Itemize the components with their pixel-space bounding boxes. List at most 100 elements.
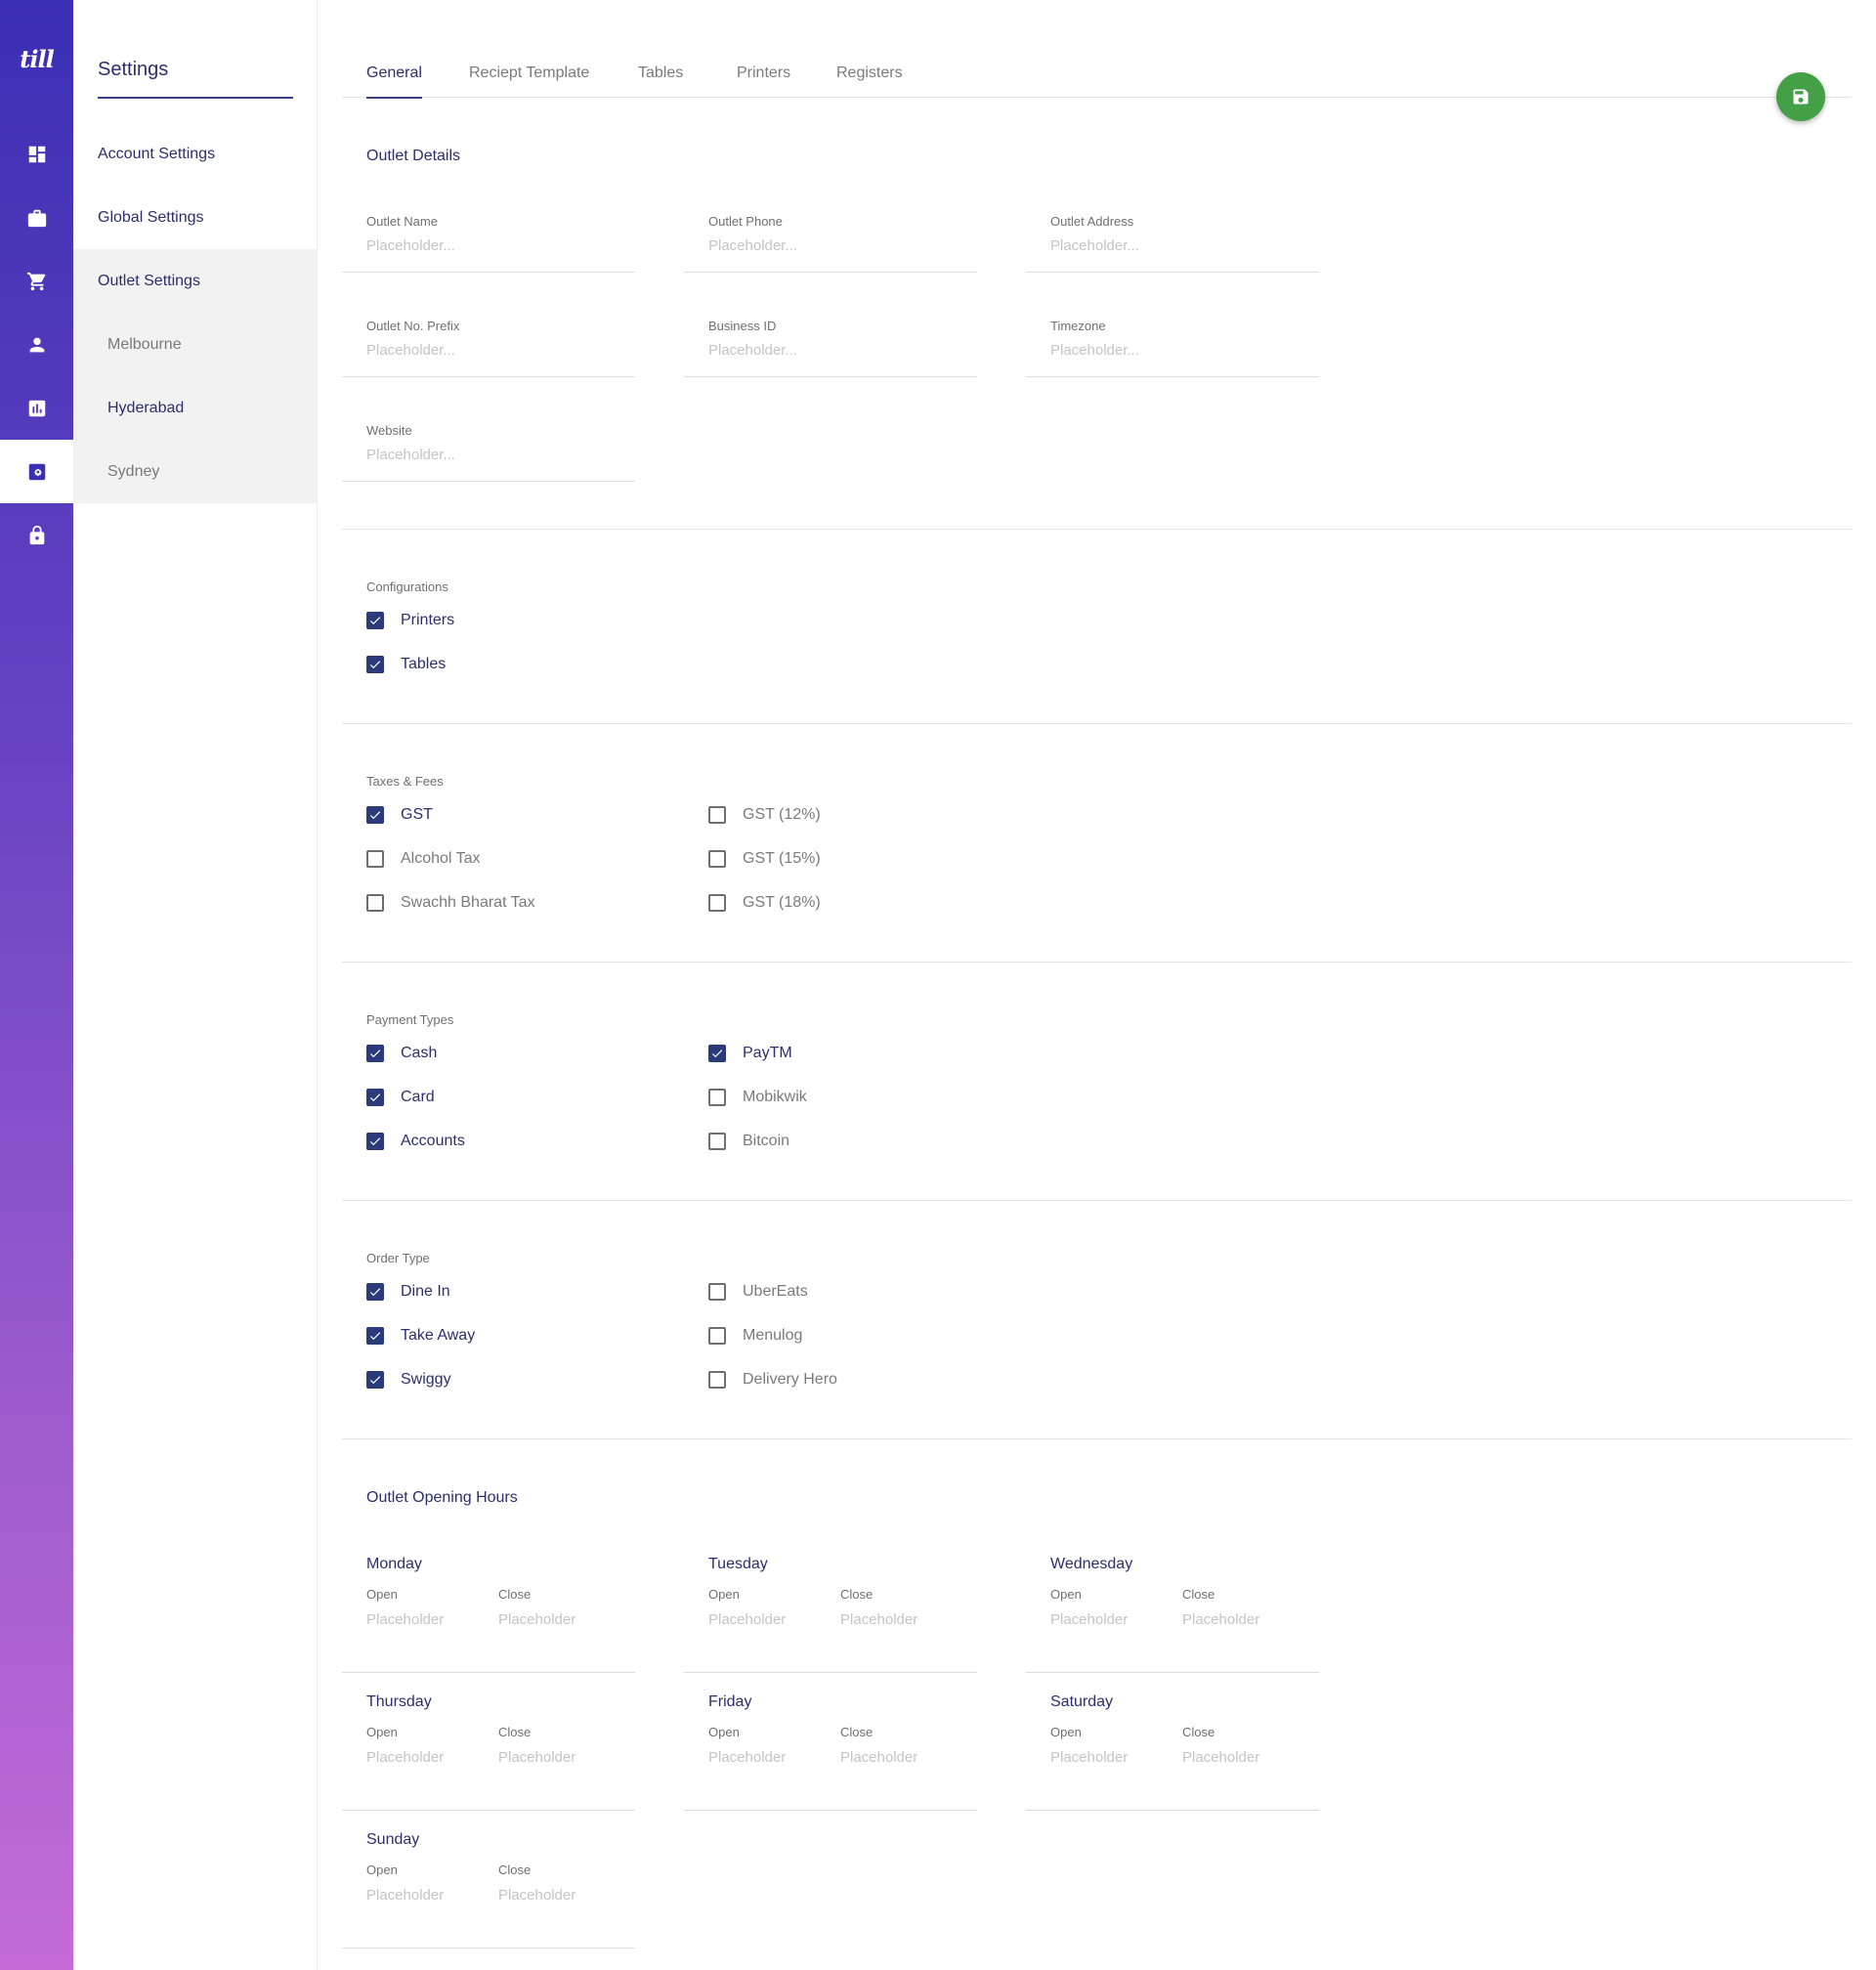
checkbox-box[interactable] (366, 850, 384, 868)
open-time-input[interactable] (366, 1745, 484, 1769)
nav-settings[interactable] (0, 440, 73, 503)
section-divider (342, 962, 1852, 963)
nav-lock[interactable] (0, 503, 73, 567)
open-label: Open (366, 1863, 398, 1877)
sidebar-item-global-settings[interactable]: Global Settings (73, 186, 318, 249)
checkbox-box[interactable] (708, 1283, 726, 1301)
sidebar-outlet-melbourne[interactable]: Melbourne (73, 313, 318, 376)
nav-dashboard[interactable] (0, 122, 73, 186)
checkbox-delivery-hero[interactable]: Delivery Hero (708, 1368, 837, 1392)
open-time-input[interactable] (708, 1607, 826, 1631)
briefcase-icon (27, 209, 46, 227)
close-time-input[interactable] (1182, 1745, 1300, 1769)
checkbox-box[interactable] (366, 1371, 384, 1389)
open-time-input[interactable] (708, 1745, 826, 1769)
timezone-label: Timezone (1050, 319, 1106, 333)
checkbox-box[interactable] (708, 1133, 726, 1150)
section-divider (342, 723, 1852, 724)
checkbox-gst[interactable]: GST (366, 803, 433, 827)
checkbox-box[interactable] (366, 1327, 384, 1345)
tab-printers[interactable]: Printers (737, 64, 790, 98)
checkbox-dine-in[interactable]: Dine In (366, 1280, 450, 1304)
checkbox-gst-12[interactable]: GST (12%) (708, 803, 821, 827)
close-time-input[interactable] (1182, 1607, 1300, 1631)
nav-user[interactable] (0, 313, 73, 376)
sidebar-outlet-hyderabad[interactable]: Hyderabad (73, 376, 318, 440)
nav-cart[interactable] (0, 249, 73, 313)
checkbox-swiggy[interactable]: Swiggy (366, 1368, 451, 1392)
close-time-input[interactable] (840, 1607, 958, 1631)
checkbox-box[interactable] (366, 1089, 384, 1106)
checkbox-box[interactable] (366, 806, 384, 824)
checkbox-box[interactable] (708, 850, 726, 868)
close-time-input[interactable] (498, 1607, 616, 1631)
checkbox-label: Swiggy (401, 1371, 451, 1388)
checkbox-gst-15[interactable]: GST (15%) (708, 847, 821, 871)
website-label: Website (366, 423, 412, 438)
tab-general[interactable]: General (366, 64, 422, 99)
close-time-input[interactable] (498, 1883, 616, 1906)
sidebar-item-account-settings[interactable]: Account Settings (73, 122, 318, 186)
checkbox-tables[interactable]: Tables (366, 653, 446, 676)
nav-briefcase[interactable] (0, 186, 73, 249)
checkbox-box[interactable] (366, 656, 384, 673)
checkbox-box[interactable] (708, 894, 726, 912)
open-label: Open (1050, 1587, 1082, 1602)
sidebar-outlet-sydney[interactable]: Sydney (73, 440, 318, 503)
checkbox-label: GST (401, 806, 433, 823)
checkbox-box[interactable] (366, 1133, 384, 1150)
hours-thursday: Thursday Open Close (342, 1693, 635, 1811)
business-id-input[interactable] (708, 338, 962, 362)
outlet-name-field: Outlet Name (342, 214, 635, 273)
hours-sunday: Sunday Open Close (342, 1831, 635, 1949)
close-label: Close (840, 1725, 874, 1739)
checkbox-accounts[interactable]: Accounts (366, 1130, 465, 1153)
open-time-input[interactable] (366, 1883, 484, 1906)
sidebar-item-outlet-settings[interactable]: Outlet Settings (73, 249, 318, 313)
checkbox-box[interactable] (708, 1089, 726, 1106)
checkbox-label: Bitcoin (743, 1133, 790, 1149)
checkbox-box[interactable] (708, 806, 726, 824)
outlet-phone-input[interactable] (708, 234, 962, 257)
checkbox-card[interactable]: Card (366, 1086, 435, 1109)
outlet-prefix-label: Outlet No. Prefix (366, 319, 460, 333)
open-time-input[interactable] (1050, 1745, 1168, 1769)
checkbox-cash[interactable]: Cash (366, 1042, 437, 1065)
sidebar-title: Settings (98, 59, 169, 80)
checkbox-alcohol-tax[interactable]: Alcohol Tax (366, 847, 481, 871)
checkbox-gst-18[interactable]: GST (18%) (708, 891, 821, 915)
checkbox-mobikwik[interactable]: Mobikwik (708, 1086, 807, 1109)
open-time-input[interactable] (366, 1607, 484, 1631)
tab-reciept-template[interactable]: Reciept Template (469, 64, 589, 98)
checkbox-box[interactable] (708, 1045, 726, 1062)
checkbox-box[interactable] (366, 1283, 384, 1301)
outlet-prefix-input[interactable] (366, 338, 620, 362)
order-type-label: Order Type (366, 1251, 430, 1265)
website-input[interactable] (366, 443, 620, 466)
app-logo[interactable]: till (0, 45, 73, 73)
checkbox-box[interactable] (708, 1327, 726, 1345)
nav-reports[interactable] (0, 376, 73, 440)
checkbox-printers[interactable]: Printers (366, 609, 454, 632)
close-time-input[interactable] (840, 1745, 958, 1769)
checkbox-swachh-bharat-tax[interactable]: Swachh Bharat Tax (366, 891, 535, 915)
close-time-input[interactable] (498, 1745, 616, 1769)
tab-registers[interactable]: Registers (836, 64, 903, 98)
checkbox-box[interactable] (708, 1371, 726, 1389)
app-rail: till (0, 0, 73, 1970)
checkbox-ubereats[interactable]: UberEats (708, 1280, 808, 1304)
checkbox-box[interactable] (366, 894, 384, 912)
timezone-input[interactable] (1050, 338, 1304, 362)
save-button[interactable] (1776, 72, 1825, 121)
checkbox-paytm[interactable]: PayTM (708, 1042, 792, 1065)
open-time-input[interactable] (1050, 1607, 1168, 1631)
outlet-name-input[interactable] (366, 234, 620, 257)
checkbox-box[interactable] (366, 1045, 384, 1062)
checkbox-box[interactable] (366, 612, 384, 629)
checkbox-take-away[interactable]: Take Away (366, 1324, 475, 1348)
day-name: Friday (708, 1693, 752, 1710)
checkbox-bitcoin[interactable]: Bitcoin (708, 1130, 789, 1153)
outlet-address-input[interactable] (1050, 234, 1304, 257)
tab-tables[interactable]: Tables (638, 64, 683, 98)
checkbox-menulog[interactable]: Menulog (708, 1324, 802, 1348)
